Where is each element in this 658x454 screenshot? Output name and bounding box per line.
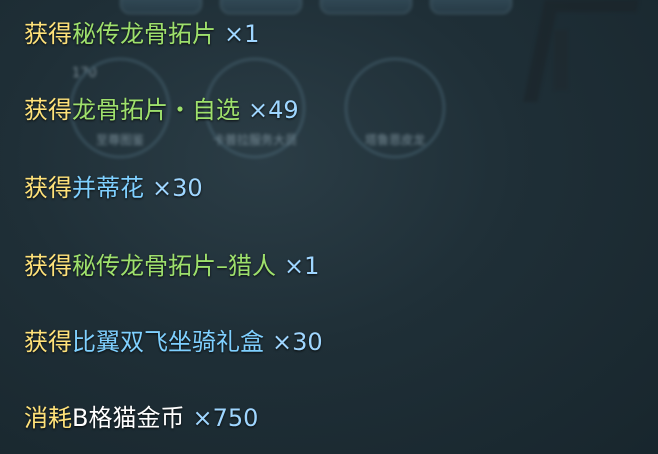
log-item: B格猫金币 <box>72 404 185 432</box>
log-verb: 获得 <box>24 252 72 280</box>
log-verb: 消耗 <box>24 404 72 432</box>
bg-tab <box>430 0 512 14</box>
log-quantity: ×1 <box>284 252 320 280</box>
log-item: 秘传龙骨拓片 <box>72 20 216 48</box>
log-item: 比翼双飞坐骑礼盒 <box>72 328 264 356</box>
slot-caption: 塔鲁恩皮龙 <box>364 133 425 147</box>
log-item: 并蒂花 <box>72 174 144 202</box>
log-item: 秘传龙骨拓片–猎人 <box>72 252 276 280</box>
log-verb: 获得 <box>24 96 72 124</box>
fence-post <box>554 30 568 90</box>
bg-card-slot: 塔鲁恩皮龙 <box>345 58 445 158</box>
log-quantity: ×30 <box>152 174 203 202</box>
log-line: 获得秘传龙骨拓片–猎人 ×1 <box>24 250 319 282</box>
log-line: 获得比翼双飞坐骑礼盒 ×30 <box>24 326 323 358</box>
log-verb: 获得 <box>24 328 72 356</box>
log-line: 消耗B格猫金币 ×750 <box>24 402 258 434</box>
log-line: 获得秘传龙骨拓片 ×1 <box>24 18 259 50</box>
log-verb: 获得 <box>24 174 72 202</box>
log-item: 龙骨拓片・自选 <box>72 96 240 124</box>
log-quantity: ×1 <box>224 20 260 48</box>
bg-tab <box>320 0 412 14</box>
slot-caption: 卡普拉服务大员 <box>212 133 297 147</box>
log-line: 获得龙骨拓片・自选 ×49 <box>24 94 299 126</box>
log-line: 获得并蒂花 ×30 <box>24 172 203 204</box>
log-quantity: ×49 <box>248 96 299 124</box>
log-quantity: ×30 <box>272 328 323 356</box>
fence-decoration <box>523 0 639 102</box>
log-verb: 获得 <box>24 20 72 48</box>
bg-tab <box>220 0 302 14</box>
slot-caption: 至尊图鉴 <box>95 133 144 147</box>
bg-tab <box>120 0 202 14</box>
background-scene: 170 至尊图鉴 卡普拉服务大员 塔鲁恩皮龙 <box>0 0 658 454</box>
log-quantity: ×750 <box>192 404 259 432</box>
